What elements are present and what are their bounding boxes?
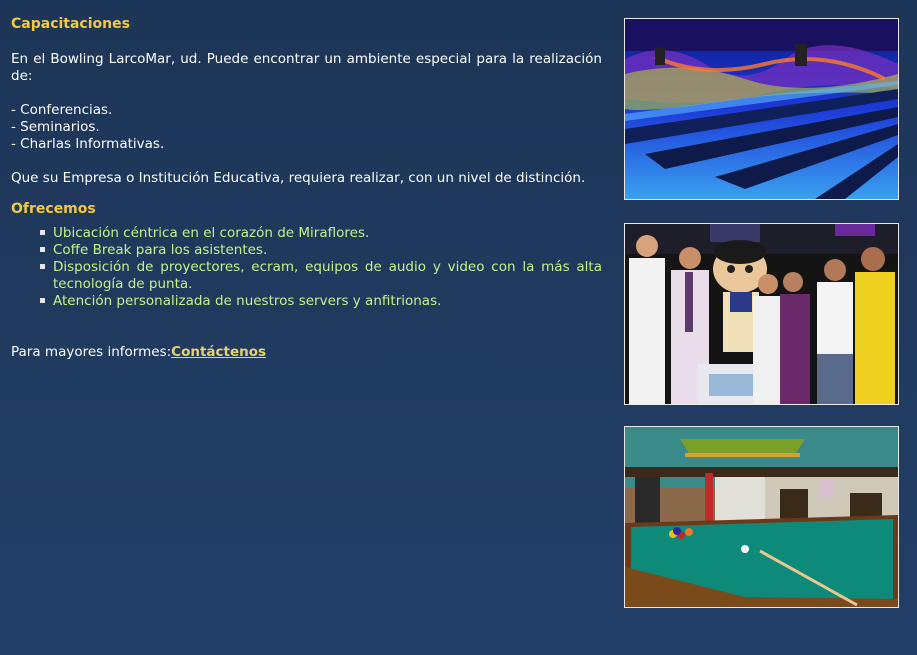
bowling-lanes-photo	[624, 18, 899, 200]
offer-list: Ubicación céntrica en el corazón de Mira…	[11, 225, 602, 310]
contact-link[interactable]: Contáctenos	[171, 344, 266, 360]
event-item: - Conferencias.	[11, 102, 113, 118]
offer-item: Coffe Break para los asistentes.	[40, 242, 602, 259]
group-with-mascot-photo	[624, 223, 899, 405]
offer-heading: Ofrecemos	[11, 201, 96, 217]
offer-item: Disposición de proyectores, ecram, equip…	[40, 259, 602, 293]
offer-item: Ubicación céntrica en el corazón de Mira…	[40, 225, 602, 242]
training-heading: Capacitaciones	[11, 16, 130, 32]
offer-item: Atención personalizada de nuestros serve…	[40, 293, 602, 310]
main-content: Capacitaciones En el Bowling LarcoMar, u…	[11, 14, 602, 361]
training-closing: Que su Empresa o Institución Educativa, …	[11, 170, 586, 186]
event-item: - Charlas Informativas.	[11, 136, 165, 152]
event-item: - Seminarios.	[11, 119, 100, 135]
contact-prefix: Para mayores informes:	[11, 344, 172, 360]
contact-line: Para mayores informes:Contáctenos	[11, 344, 602, 361]
billiard-table-photo	[624, 426, 899, 608]
training-intro: En el Bowling LarcoMar, ud. Puede encont…	[11, 51, 602, 84]
